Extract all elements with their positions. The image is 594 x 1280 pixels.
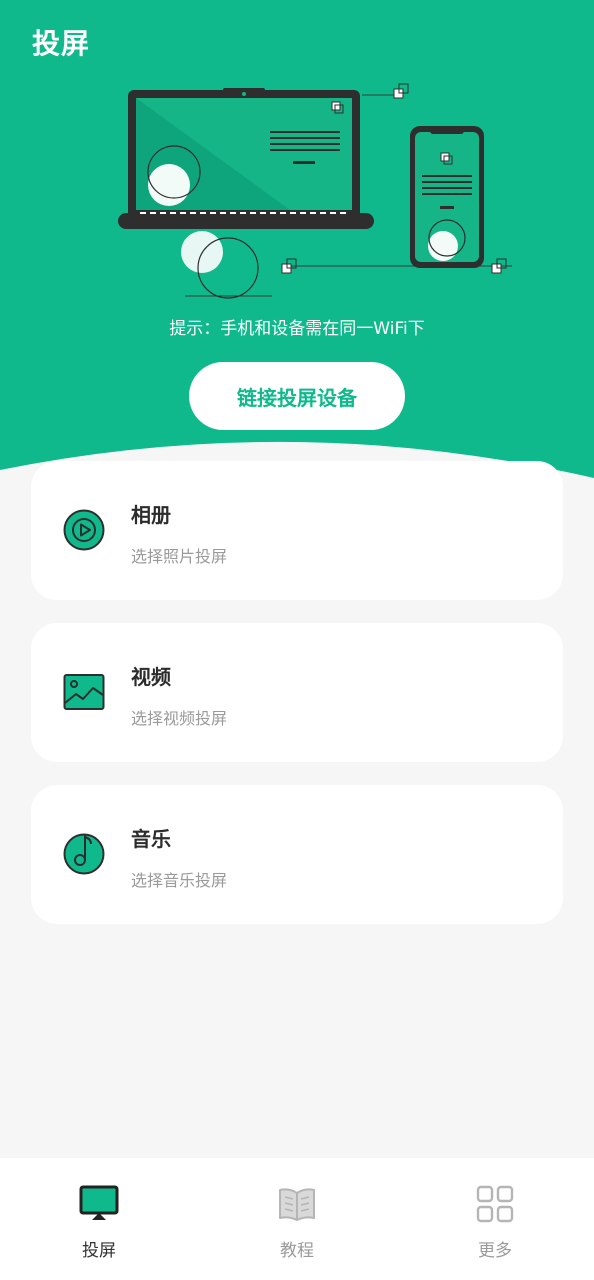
nav-item-more[interactable]: 更多 (435, 1158, 555, 1280)
card-title: 视频 (131, 665, 171, 689)
devices-illustration (118, 83, 512, 299)
nav-item-tutorial[interactable]: 教程 (237, 1158, 357, 1280)
book-icon (279, 1188, 315, 1221)
grid-icon (476, 1185, 514, 1223)
card-subtitle: 选择音乐投屏 (131, 871, 228, 890)
page-title: 投屏 (32, 27, 91, 60)
bottom-nav: 投屏 教程 更多 (0, 1158, 594, 1280)
card-title: 音乐 (131, 827, 171, 851)
connect-device-button[interactable]: 链接投屏设备 (189, 362, 405, 430)
image-icon (63, 674, 105, 710)
card-video[interactable]: 视频 选择视频投屏 (31, 623, 563, 762)
nav-label: 教程 (280, 1241, 314, 1261)
nav-item-cast[interactable]: 投屏 (39, 1158, 159, 1280)
nav-label: 更多 (478, 1241, 512, 1261)
nav-label: 投屏 (82, 1241, 116, 1261)
card-title: 相册 (131, 503, 171, 527)
card-subtitle: 选择照片投屏 (131, 547, 228, 566)
card-subtitle: 选择视频投屏 (131, 709, 228, 728)
play-circle-icon (63, 509, 105, 551)
header-hero: 投屏 提示：手机和设备需在同一WiFi下 链接投屏设备 (0, 0, 594, 480)
screen: 投屏 提示：手机和设备需在同一WiFi下 链接投屏设备 相册 选择照片投屏 视频… (0, 0, 594, 1280)
music-note-icon (63, 833, 105, 875)
screen-cast-icon (79, 1185, 119, 1220)
wifi-hint: 提示：手机和设备需在同一WiFi下 (169, 319, 425, 339)
card-album[interactable]: 相册 选择照片投屏 (31, 461, 563, 600)
card-music[interactable]: 音乐 选择音乐投屏 (31, 785, 563, 924)
